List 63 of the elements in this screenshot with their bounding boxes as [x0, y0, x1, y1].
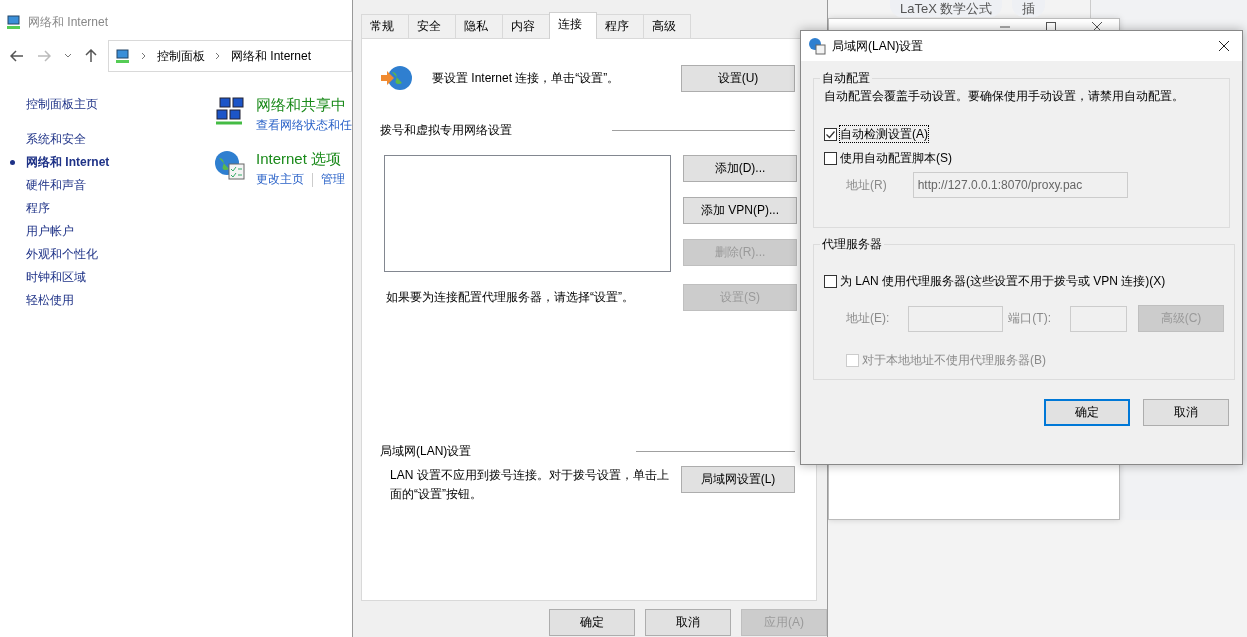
connection-list[interactable]: [384, 155, 671, 272]
dialog-button[interactable]: 取消: [1143, 399, 1229, 426]
category-title[interactable]: Internet 选项: [256, 150, 345, 169]
checkbox-label[interactable]: 自动检测设置(A): [840, 126, 928, 142]
sidebar-item[interactable]: 系统和安全: [26, 132, 86, 146]
field-label: 端口(T):: [1008, 310, 1051, 327]
field-label: 地址(E):: [846, 310, 890, 327]
chevron-icon: [141, 52, 147, 60]
checkbox-label[interactable]: 使用自动配置脚本(S): [840, 150, 952, 166]
sidebar-item[interactable]: 时钟和区域: [26, 270, 86, 284]
instruction-text: LAN 设置不应用到拨号连接。对于拨号设置，单击上面的“设置”按钮。: [390, 467, 670, 503]
dialup-button[interactable]: 添加(D)...: [683, 155, 797, 182]
network-icon: [115, 48, 131, 64]
dialog-button[interactable]: 取消: [645, 609, 731, 636]
dialog-button[interactable]: 确定: [549, 609, 635, 636]
category-link[interactable]: 管理: [321, 171, 345, 188]
sidebar-link[interactable]: 控制面板主页: [26, 96, 216, 113]
toolbar-tab[interactable]: LaTeX 数学公式: [890, 0, 1003, 17]
checkbox-label[interactable]: 为 LAN 使用代理服务器(这些设置不用于拨号或 VPN 连接)(X): [840, 273, 1166, 289]
category-link[interactable]: 更改主页: [256, 171, 304, 188]
sidebar-item[interactable]: 轻松使用: [26, 293, 74, 307]
network-icon: [214, 96, 246, 128]
window-title: 网络和 Internet: [28, 13, 109, 31]
group-title: 代理服务器: [821, 236, 883, 253]
globe-icon: [808, 37, 826, 55]
category-link[interactable]: 查看网络状态和任: [256, 117, 352, 134]
description-text: 自动配置会覆盖手动设置。要确保使用手动设置，请禁用自动配置。: [824, 88, 1185, 105]
sidebar-item[interactable]: 硬件和声音: [26, 178, 86, 192]
setup-button[interactable]: 设置(U): [681, 64, 795, 92]
sidebar-item[interactable]: 程序: [26, 201, 50, 215]
instruction-text: 如果要为连接配置代理服务器，请选择“设置”。: [386, 289, 635, 306]
sidebar-item[interactable]: 网络和 Internet: [26, 155, 110, 169]
breadcrumb-item[interactable]: 网络和 Internet: [231, 47, 312, 65]
tab[interactable]: 连接: [549, 12, 597, 39]
tab[interactable]: 常规: [361, 14, 409, 39]
globe-icon: [214, 150, 246, 182]
caret-icon[interactable]: [64, 53, 72, 59]
dialup-button[interactable]: 添加 VPN(P)...: [683, 197, 797, 224]
section-heading: 拨号和虚拟专用网络设置: [380, 122, 512, 139]
close-icon[interactable]: [1218, 40, 1230, 52]
sidebar-item[interactable]: 用户帐户: [26, 224, 74, 238]
group-title: 自动配置: [821, 70, 871, 87]
category-title[interactable]: 网络和共享中: [256, 96, 352, 115]
up-arrow-icon[interactable]: [85, 49, 97, 63]
lan-settings-button[interactable]: 局域网设置(L): [681, 466, 795, 493]
address-bar[interactable]: 控制面板 网络和 Internet: [108, 40, 352, 72]
instruction-text: 要设置 Internet 连接，单击“设置”。: [432, 69, 621, 87]
dialog-button[interactable]: 确定: [1044, 399, 1130, 426]
dialog-title: 局域网(LAN)设置: [832, 37, 925, 55]
back-arrow-icon[interactable]: [10, 50, 24, 62]
bullet-icon: [10, 160, 15, 165]
chevron-icon: [215, 52, 221, 60]
checkbox[interactable]: [824, 127, 837, 141]
checkbox[interactable]: [824, 151, 837, 165]
tab[interactable]: 高级: [643, 14, 691, 39]
network-icon: [6, 14, 22, 30]
sidebar-item[interactable]: 外观和个性化: [26, 247, 98, 261]
globe-icon: [380, 64, 414, 92]
field-label: 地址(R): [846, 176, 887, 194]
breadcrumb-item[interactable]: 控制面板: [157, 47, 205, 65]
toolbar-tab[interactable]: 插: [1012, 0, 1046, 17]
section-heading: 局域网(LAN)设置: [380, 443, 472, 460]
checkbox[interactable]: [824, 274, 837, 288]
